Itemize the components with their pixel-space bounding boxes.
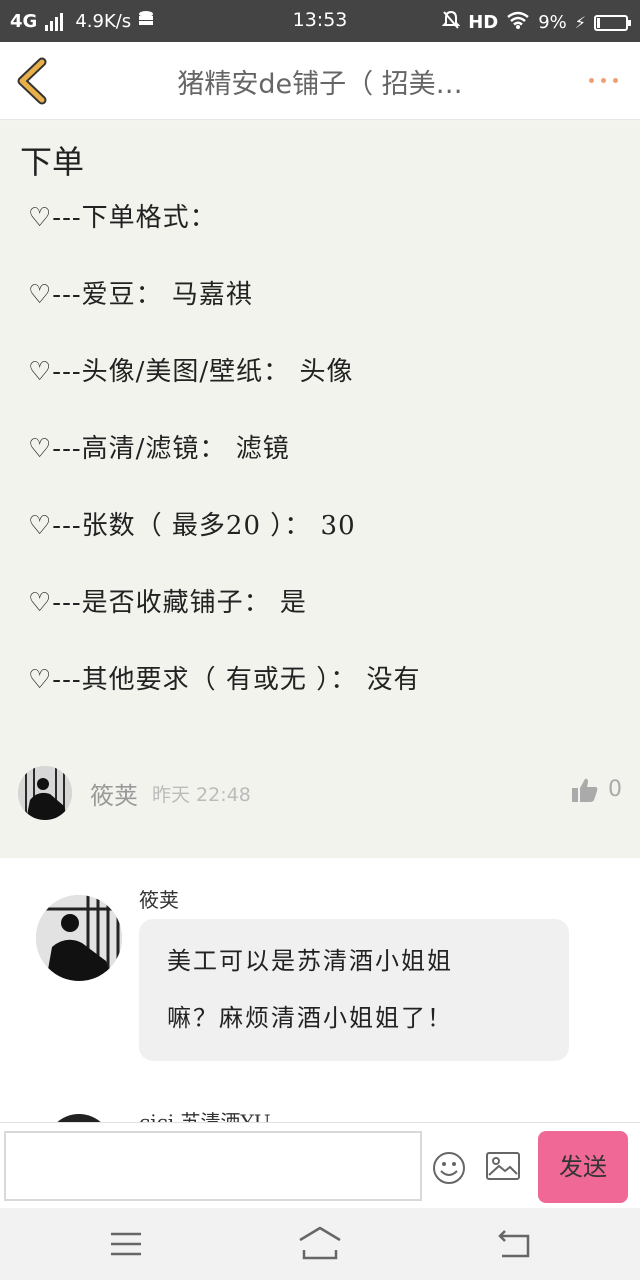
system-back-button[interactable]: [496, 1230, 532, 1262]
post-card: 下单 ♡---下单格式： ♡---爱豆： 马嘉祺 ♡---头像/美图/壁纸： 头…: [0, 121, 640, 858]
smiley-icon: [433, 1152, 465, 1184]
battery-percent: 9%: [538, 12, 567, 33]
post-author: 筱荚 昨天 22:48: [18, 766, 251, 820]
battery-icon: [594, 14, 631, 31]
comment-input-bar: 发送: [0, 1122, 640, 1208]
wifi-icon: [506, 11, 530, 34]
hd-label: HD: [468, 12, 499, 33]
commenter-name[interactable]: 筱荚: [139, 884, 179, 913]
home-button[interactable]: [298, 1226, 342, 1264]
avatar[interactable]: [18, 766, 72, 820]
back-button[interactable]: [14, 56, 54, 106]
post-line: ♡---头像/美图/壁纸： 头像: [28, 357, 354, 387]
post-title: 下单: [20, 143, 85, 181]
post-line: ♡---爱豆： 马嘉祺: [28, 280, 253, 310]
system-nav-bar: [0, 1208, 640, 1280]
like-count: 0: [608, 777, 622, 802]
post-line: ♡---其他要求（ 有或无 ）： 没有: [28, 665, 421, 695]
post-time: 昨天 22:48: [152, 783, 251, 806]
image-button[interactable]: [486, 1152, 520, 1184]
more-button[interactable]: [589, 78, 618, 83]
comment-input[interactable]: [4, 1131, 422, 1201]
comment-list: 筱荚 美工可以是苏清酒小姐姐 嘛？麻烦清酒小姐姐了！ cici 苏清酒YU: [0, 858, 640, 1122]
status-right: HD 9% ⚡: [441, 10, 631, 35]
status-bar: 4G 4.9K/s 13:53 HD 9% ⚡: [0, 0, 640, 42]
post-line: ♡---高清/滤镜： 滤镜: [28, 434, 290, 464]
avatar[interactable]: [36, 895, 122, 981]
image-icon: [486, 1152, 520, 1180]
charging-icon: ⚡: [574, 13, 586, 32]
post-body: ♡---下单格式： ♡---爱豆： 马嘉祺 ♡---头像/美图/壁纸： 头像 ♡…: [28, 197, 420, 736]
mute-bell-icon: [441, 10, 461, 35]
avatar[interactable]: [46, 1114, 112, 1122]
return-icon: [498, 1230, 530, 1258]
menu-button[interactable]: [110, 1232, 142, 1260]
comment-bubble: 美工可以是苏清酒小姐姐 嘛？麻烦清酒小姐姐了！: [139, 919, 569, 1061]
author-name[interactable]: 筱荚: [90, 776, 138, 811]
more-dots-icon: [589, 78, 594, 83]
emoji-button[interactable]: [432, 1151, 466, 1189]
send-button[interactable]: 发送: [538, 1131, 628, 1203]
comment-text-line: 美工可以是苏清酒小姐姐: [167, 947, 453, 975]
post-line: ♡---张数（ 最多20 ）： 30: [28, 511, 356, 541]
commenter-name[interactable]: cici 苏清酒YU: [139, 1106, 271, 1122]
header-bar: 猪精安de铺子（ 招美…: [0, 42, 640, 120]
home-icon: [299, 1226, 341, 1260]
thumbs-up-icon: [572, 778, 598, 802]
page-title: 猪精安de铺子（ 招美…: [177, 69, 463, 100]
comment-text-line: 嘛？麻烦清酒小姐姐了！: [167, 1004, 453, 1032]
menu-icon: [111, 1232, 141, 1256]
chevron-left-icon: [17, 57, 47, 105]
post-line: ♡---是否收藏铺子： 是: [28, 588, 307, 618]
like-button[interactable]: 0: [572, 777, 622, 802]
post-line: ♡---下单格式：: [28, 203, 217, 233]
